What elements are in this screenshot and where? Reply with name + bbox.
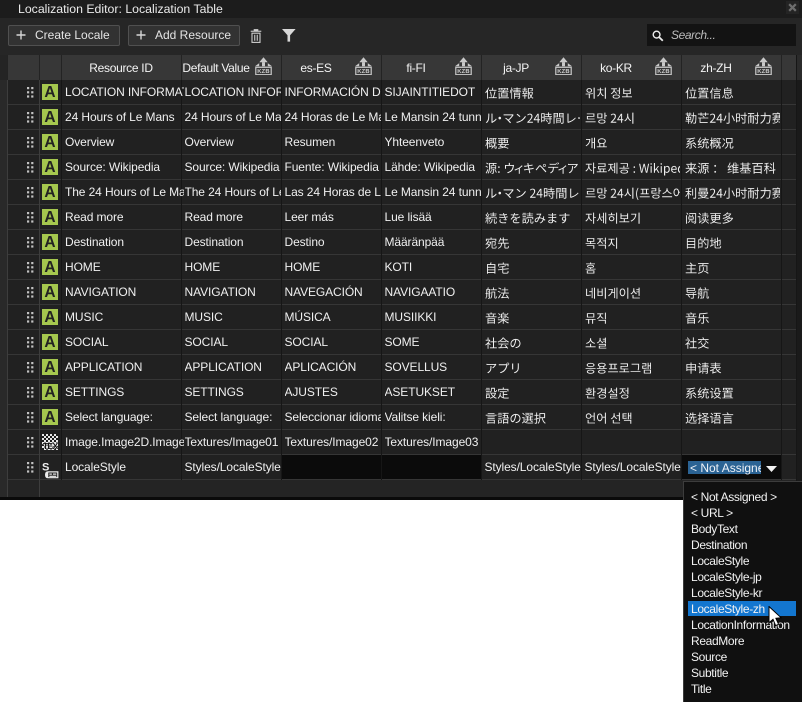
svg-text:KZB: KZB xyxy=(757,69,770,75)
svg-text:TEX: TEX xyxy=(43,441,58,450)
